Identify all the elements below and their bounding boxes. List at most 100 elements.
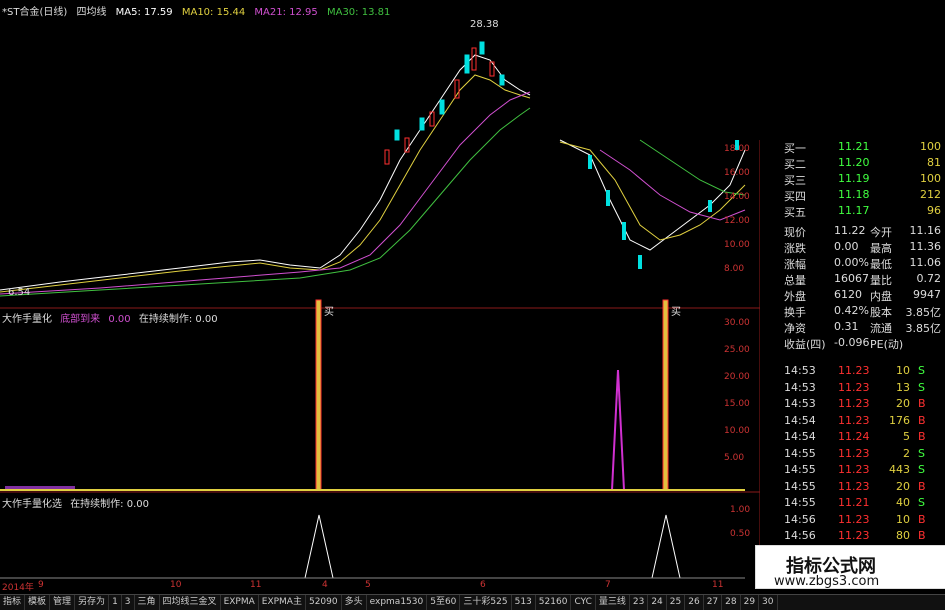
- volume-tick: 30.00: [724, 318, 750, 328]
- date-axis: 2014年 9 10 11 4 5 6 7 11: [0, 580, 760, 594]
- toolbar-button[interactable]: expma1530: [367, 595, 428, 610]
- toolbar-button[interactable]: 24: [648, 595, 667, 610]
- chart-header: *ST合金(日线) 四均线 MA5: 17.59 MA10: 15.44 MA2…: [2, 3, 396, 18]
- stat-value: 0.00: [834, 240, 859, 253]
- stat-value: 0.00%: [834, 256, 869, 269]
- stat-value: 11.16: [909, 224, 942, 237]
- tick-volume: 20: [896, 397, 910, 410]
- tick-direction: B: [918, 430, 926, 443]
- date-tick: 10: [170, 580, 182, 590]
- chart-area[interactable]: [0, 0, 761, 580]
- stat-value: 6120: [834, 288, 862, 301]
- tick-volume: 13: [896, 380, 910, 394]
- tick-direction: S: [918, 364, 925, 377]
- quote-level-volume: 81: [927, 156, 941, 169]
- volume-tick: 15.00: [724, 399, 750, 409]
- bottom-signal-bar: [5, 486, 75, 489]
- toolbar-button[interactable]: 26: [685, 595, 704, 610]
- tick-row: 14:54 11.23 176 B: [760, 414, 945, 430]
- toolbar-button[interactable]: 管理: [50, 595, 76, 610]
- stat-label: 涨跌: [784, 242, 806, 255]
- quote-level-row: 买三 11.19 100: [760, 172, 945, 188]
- tick-time: 14:55: [784, 496, 816, 509]
- toolbar-button[interactable]: 量三线: [596, 595, 630, 610]
- stat-row: 涨幅 0.00% 最低 11.06: [760, 256, 945, 272]
- ma10-line-right: [559, 141, 746, 241]
- tick-time: 14:54: [784, 413, 816, 427]
- tick-direction: B: [918, 512, 926, 526]
- toolbar-button[interactable]: 三角: [135, 595, 160, 610]
- toolbar-button[interactable]: 指标: [0, 595, 26, 610]
- tick-time: 14:53: [784, 380, 816, 394]
- tick-time: 14:56: [784, 529, 816, 542]
- toolbar-button[interactable]: 28: [722, 595, 741, 610]
- watermark-url: www.zbgs3.com: [774, 574, 880, 589]
- signal-spike-purple: [611, 369, 625, 491]
- toolbar-button[interactable]: 52160: [536, 595, 572, 610]
- candles-right: [588, 140, 739, 269]
- tick-time: 14:54: [784, 430, 816, 443]
- toolbar-button[interactable]: EXPMA: [221, 595, 259, 610]
- stat-row: 净资 0.31 流通 3.85亿: [760, 320, 945, 336]
- date-tick: 11: [712, 580, 724, 590]
- stock-title: *ST合金(日线): [2, 7, 68, 18]
- volume-tick: 5.00: [724, 453, 745, 463]
- signal-spike-2: [662, 299, 669, 491]
- toolbar-button[interactable]: 25: [667, 595, 686, 610]
- tick-row: 14:55 11.23 20 B: [760, 480, 945, 496]
- tick-volume: 443: [889, 463, 910, 476]
- tick-row: 14:55 11.21 40 S: [760, 496, 945, 512]
- toolbar-button[interactable]: EXPMA主: [259, 595, 306, 610]
- toolbar-button[interactable]: 1: [109, 595, 122, 610]
- tick-time: 14:53: [784, 397, 816, 410]
- stat-label: 最高: [870, 242, 892, 255]
- ma5-line: [0, 54, 531, 291]
- low-price-label: 6.54: [8, 287, 31, 298]
- ma30-label: MA30: 13.81: [326, 7, 391, 18]
- stat-row: 外盘 6120 内盘 9947: [760, 288, 945, 304]
- tick-price: 11.23: [838, 479, 870, 493]
- select-panel-header: 大作手量化选 在持续制作: 0.00: [2, 495, 154, 510]
- toolbar-button[interactable]: 513: [512, 595, 536, 610]
- quote-level-price: 11.21: [838, 140, 870, 153]
- toolbar-button[interactable]: 27: [704, 595, 723, 610]
- tick-row: 14:53 11.23 13 S: [760, 381, 945, 397]
- toolbar-button[interactable]: 52090: [306, 595, 342, 610]
- stat-value: 11.36: [909, 240, 942, 253]
- toolbar-button[interactable]: CYC: [571, 595, 596, 610]
- tick-time: 14:55: [784, 479, 816, 493]
- tick-row: 14:56 11.23 10 B: [760, 513, 945, 529]
- toolbar-button[interactable]: 5至60: [427, 595, 461, 610]
- tick-row: 14:56 11.23 80 B: [760, 529, 945, 545]
- tick-time: 14:55: [784, 446, 816, 460]
- toolbar-button[interactable]: 三十彩525: [460, 595, 512, 610]
- stat-row: 收益(四) -0.096 PE(动): [760, 336, 945, 352]
- toolbar-button[interactable]: 模板: [25, 595, 51, 610]
- toolbar-button[interactable]: 3: [122, 595, 135, 610]
- volume-tick: 25.00: [724, 345, 750, 355]
- toolbar-button[interactable]: 另存为: [75, 595, 110, 610]
- toolbar-button[interactable]: 23: [630, 595, 649, 610]
- select-spike-1: [304, 514, 334, 579]
- tick-direction: S: [918, 446, 925, 460]
- quote-level-price: 11.18: [838, 188, 870, 201]
- ma5-label: MA5: 17.59: [115, 7, 173, 18]
- tick-direction: S: [918, 380, 925, 394]
- stat-value: 0.31: [834, 320, 859, 333]
- select-status: 在持续制作: 0.00: [70, 499, 150, 510]
- ma21-line-right: [599, 149, 746, 221]
- ma5-line-right: [559, 139, 746, 251]
- toolbar-button[interactable]: 多头: [342, 595, 367, 610]
- tick-volume: 10: [896, 364, 910, 377]
- toolbar-button[interactable]: 30: [759, 595, 778, 610]
- volume-panel-name: 大作手量化: [2, 314, 52, 325]
- toolbar-button[interactable]: 29: [741, 595, 760, 610]
- date-tick: 11: [250, 580, 262, 590]
- stat-value: 0.42%: [834, 304, 869, 317]
- tick-volume: 10: [896, 512, 910, 526]
- stat-value: 3.85亿: [905, 322, 942, 335]
- quote-level-volume: 100: [920, 140, 941, 153]
- toolbar-button[interactable]: 四均线三金叉: [160, 595, 221, 610]
- stat-value: 9947: [913, 288, 941, 301]
- stat-label: 涨幅: [784, 258, 806, 271]
